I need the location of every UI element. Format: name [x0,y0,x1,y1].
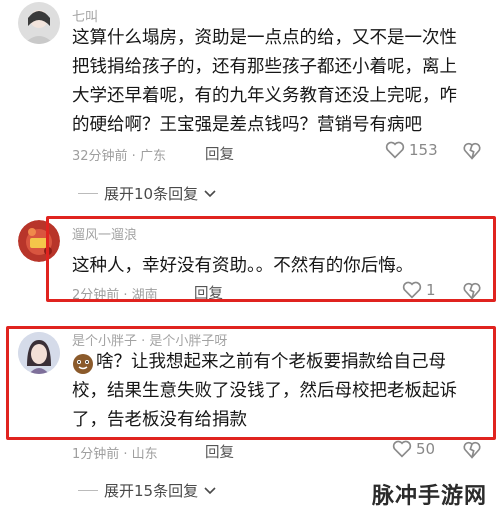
dislike-button[interactable] [462,440,482,464]
dislike-button[interactable] [462,141,482,165]
comment-text-line: 大学还早着呢，有的九年义务教育还没上完呢，咋 [72,86,457,106]
divider-line [78,490,98,491]
expand-replies-button[interactable]: 展开15条回复 [78,480,216,501]
comment-text-line: 把钱捐给孩子的，还有那些孩子都还小着呢，离上 [72,57,457,77]
comment-meta: 32分钟前 · 广东 [72,149,166,164]
watermark: 脉冲手游网 [372,484,488,509]
avatar-image [18,2,60,44]
reply-button[interactable]: 回复 [205,441,234,462]
thumb-down-icon [463,142,481,160]
thumb-down-icon [463,441,481,459]
heart-outline-icon [385,141,405,159]
expand-replies-label: 展开10条回复 [104,185,199,203]
reply-button[interactable]: 回复 [205,143,234,164]
chevron-down-icon [204,486,216,494]
highlight-box [6,326,496,440]
comment-username[interactable]: 七叫 [72,6,98,25]
like-count: 50 [416,440,436,458]
highlight-box [46,216,496,302]
like-button[interactable]: 153 [385,141,438,159]
avatar[interactable] [18,2,60,44]
comment-text-line: 的硬给啊？王宝强是差点钱吗？营销号有病吧 [72,115,422,135]
divider-line [78,193,98,194]
expand-replies-button[interactable]: 展开10条回复 [78,183,216,204]
heart-outline-icon [392,440,412,458]
comment-text-line: 这算什么塌房，资助是一点点的给，又不是一次性 [72,28,457,48]
like-count: 153 [409,141,438,159]
like-button[interactable]: 50 [392,440,435,458]
comment-text: 这算什么塌房，资助是一点点的给，又不是一次性 把钱捐给孩子的，还有那些孩子都还小… [72,24,492,140]
comment-meta: 1分钟前 · 山东 [72,447,158,462]
expand-replies-label: 展开15条回复 [104,482,199,500]
chevron-down-icon [204,189,216,197]
